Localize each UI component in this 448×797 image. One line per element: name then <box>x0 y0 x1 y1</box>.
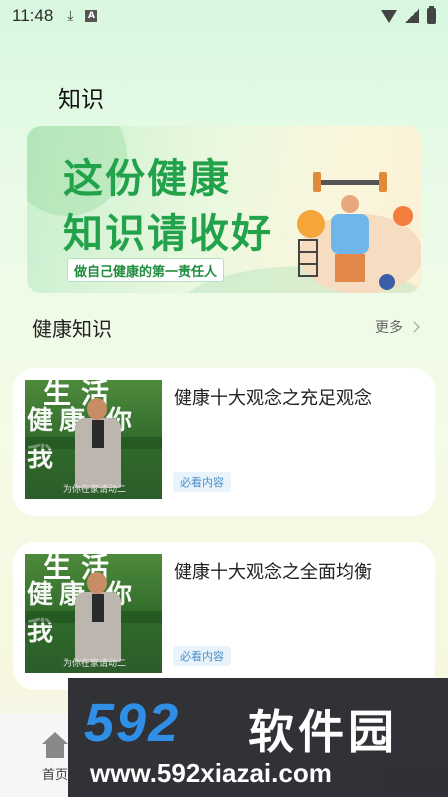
speaker-figure <box>92 594 104 622</box>
thumbnail-caption: 为你在家请动二 <box>63 659 127 669</box>
more-link[interactable]: 更多 <box>375 317 420 337</box>
chevron-right-icon <box>408 321 420 333</box>
home-icon <box>42 732 68 760</box>
nav-home[interactable]: 首页 <box>40 732 70 783</box>
article-title: 健康十大观念之全面均衡 <box>174 562 372 583</box>
banner-headline-1: 这份健康 <box>63 156 231 202</box>
watermark-logo: 592 <box>84 693 181 753</box>
nav-home-label: 首页 <box>41 768 68 783</box>
status-time: 11:48 <box>12 6 54 25</box>
article-card[interactable]: 生活 健康 你我 为你在家请动二 健康十大观念之全面均衡 必看内容 <box>13 542 435 690</box>
article-tag: 必看内容 <box>173 472 231 492</box>
article-thumbnail: 生活 健康 你我 为你在家请动二 <box>25 554 162 673</box>
watermark-brand: 软件园 <box>248 705 398 759</box>
banner-headline-2: 知识请收好 <box>63 211 273 257</box>
speaker-figure <box>92 420 104 448</box>
section-title: 健康知识 <box>32 317 112 341</box>
banner-tagline: 做自己健康的第一责任人 <box>67 258 225 282</box>
watermark-overlay: 592 软件园 www.592xiazai.com <box>68 678 448 797</box>
status-bar: 11:48 ⤓ A <box>0 0 448 32</box>
battery-icon <box>427 6 436 24</box>
speaker-figure <box>87 572 107 594</box>
speaker-figure <box>87 398 107 420</box>
article-card[interactable]: 生活 健康 你我 为你在家请动二 健康十大观念之充足观念 必看内容 <box>13 368 435 516</box>
article-tag: 必看内容 <box>173 646 231 666</box>
signal-icon <box>405 9 419 23</box>
app-screen: 11:48 ⤓ A 知识 这份健康 知识请收好 做自己健康的第一责任人 健康知识… <box>0 0 448 797</box>
a-app-icon: A <box>85 10 98 22</box>
more-label: 更多 <box>375 320 403 336</box>
article-thumbnail: 生活 健康 你我 为你在家请动二 <box>25 380 162 499</box>
health-banner[interactable]: 这份健康 知识请收好 做自己健康的第一责任人 <box>27 126 421 293</box>
page-title: 知识 <box>58 87 104 113</box>
thumbnail-caption: 为你在家请动二 <box>63 485 127 495</box>
fitness-illustration <box>297 172 421 293</box>
wifi-icon <box>381 9 397 23</box>
article-title: 健康十大观念之充足观念 <box>174 388 372 409</box>
watermark-url: www.592xiazai.com <box>90 758 332 788</box>
download-icon: ⤓ <box>67 8 74 24</box>
